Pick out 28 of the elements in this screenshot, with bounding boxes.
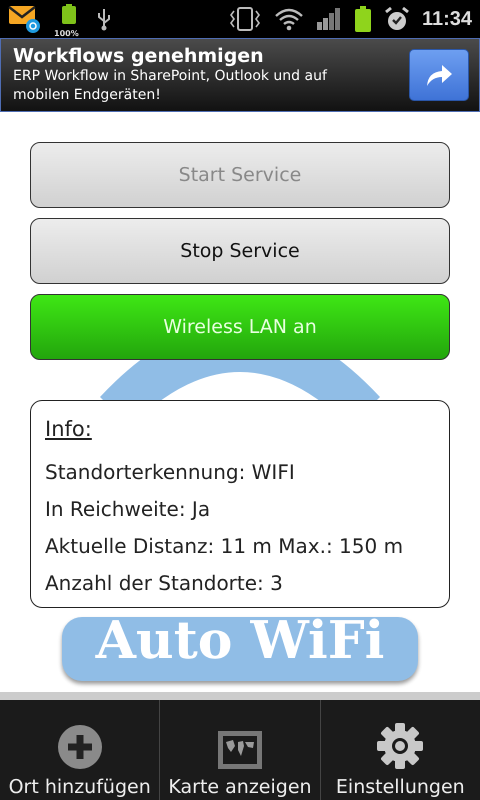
wifi-icon xyxy=(274,7,304,31)
mail-icon xyxy=(8,4,42,34)
usb-icon xyxy=(96,7,112,31)
battery-icon xyxy=(62,4,76,24)
menu-item[interactable]: Karte anzeigen xyxy=(160,700,321,800)
service-button[interactable]: Stop Service xyxy=(30,218,450,284)
info-title: Info: xyxy=(45,417,93,441)
settings-icon xyxy=(376,722,424,770)
logo-text: Auto WiFi xyxy=(96,615,384,667)
world-map-icon xyxy=(216,730,263,770)
info-line: Aktuelle Distanz: 11 m Max.: 150 m xyxy=(45,534,404,558)
info-line: In Reichweite: Ja xyxy=(45,497,212,521)
battery-icon xyxy=(354,6,372,32)
menu-item[interactable]: Ort hinzufügen xyxy=(0,700,160,800)
ad-title: Workflows genehmigen xyxy=(13,45,265,67)
share-arrow-button[interactable] xyxy=(409,49,469,101)
ad-text: ERP Workflow in SharePoint, Outlook und auf mobilen Endgeräten! xyxy=(13,67,328,105)
share-arrow-icon xyxy=(424,62,454,88)
add-icon xyxy=(56,724,103,770)
battery-percent: 100% xyxy=(54,29,79,38)
ad-banner[interactable]: Workflows genehmigen ERP Workflow in SharePoint, Outlook und auf mobilen Endgeräten! xyxy=(0,38,480,112)
clock-time: 11:34 xyxy=(422,8,472,30)
info-line: Anzahl der Standorte: 3 xyxy=(45,571,284,595)
menu-item[interactable]: Einstellungen xyxy=(320,700,480,800)
alarm-icon xyxy=(384,6,410,32)
info-line: Standorterkennung: WIFI xyxy=(45,460,296,484)
vibrate-icon xyxy=(228,7,262,31)
signal-icon xyxy=(316,7,342,31)
